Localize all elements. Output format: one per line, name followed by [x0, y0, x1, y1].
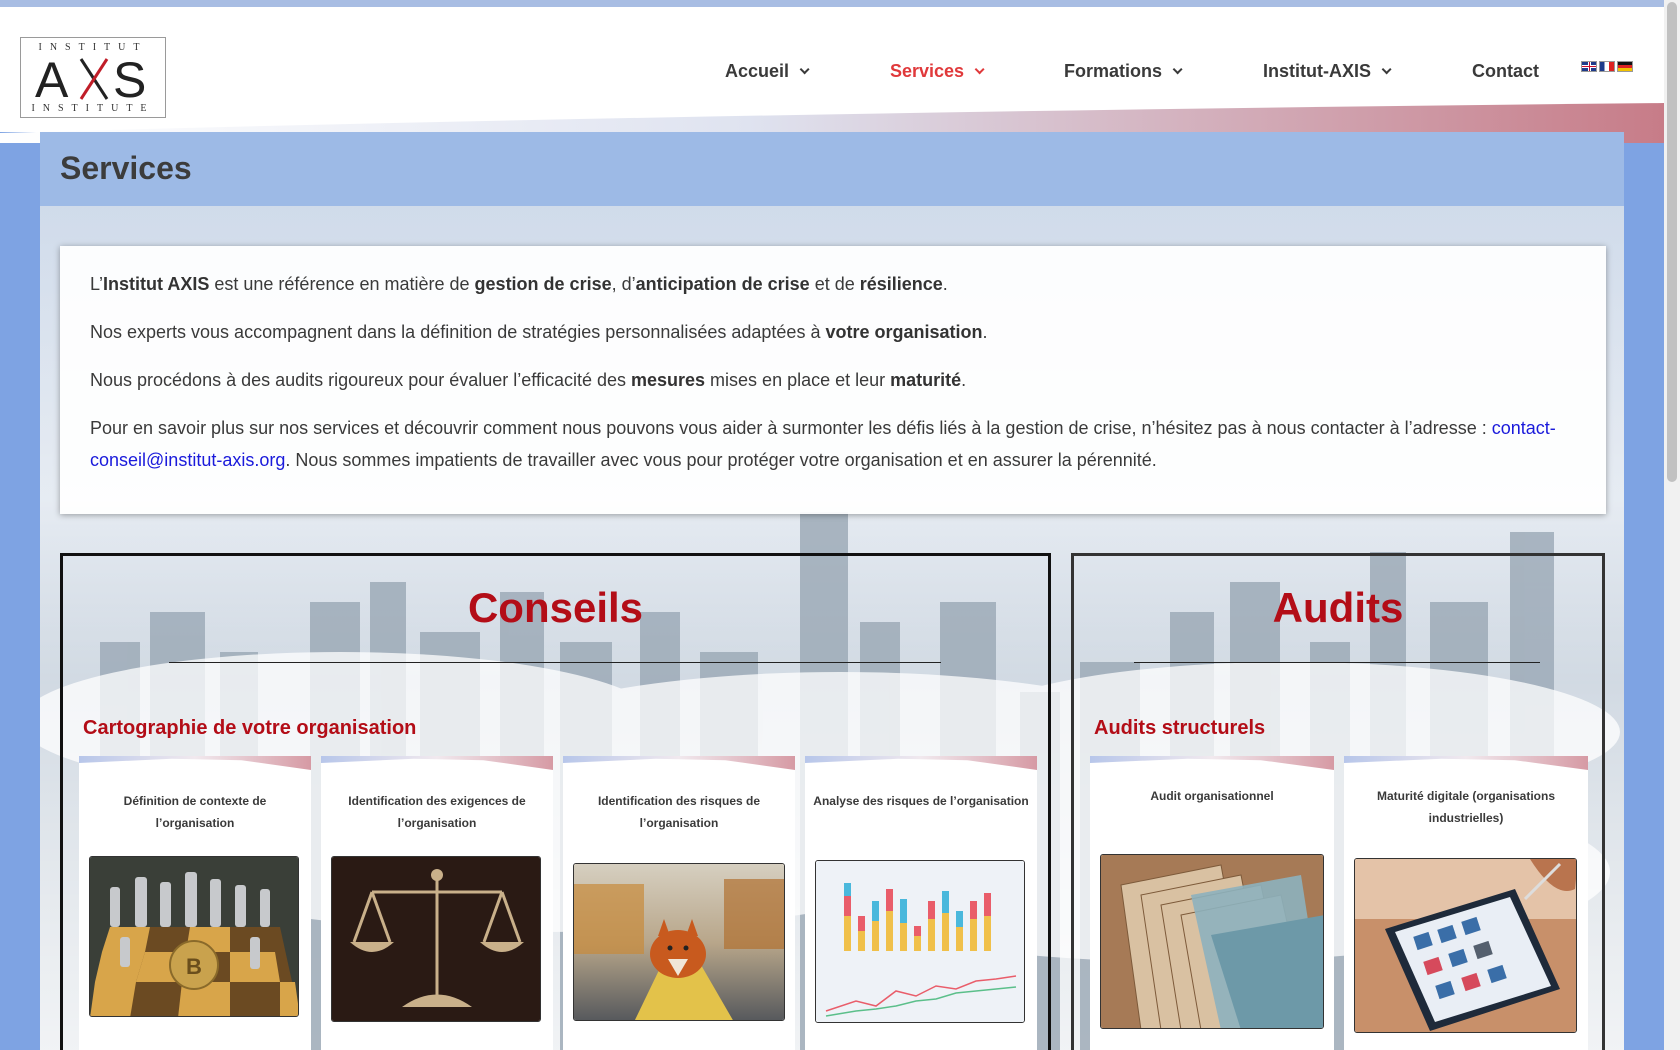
intro-box: L’Institut AXIS est une référence en mat…	[60, 246, 1606, 514]
nav-item-contact[interactable]: Contact	[1472, 61, 1539, 82]
text: .	[982, 322, 988, 342]
fox-road-image	[573, 863, 785, 1021]
card-wave-decoration	[321, 756, 553, 770]
audits-subtitle: Audits structurels	[1094, 717, 1266, 739]
nav-item-formations[interactable]: Formations	[1064, 61, 1183, 82]
conseils-title: Conseils	[467, 584, 644, 631]
page-title: Services	[60, 150, 192, 186]
bold-text: anticipation de crise	[635, 274, 810, 294]
file-folders-image	[1100, 854, 1324, 1029]
text: et de	[809, 274, 860, 294]
card-title: Identification des exigences de l’organi…	[348, 794, 526, 830]
card-wave-decoration	[79, 756, 311, 770]
logo-top-text: INSTITUT	[38, 41, 148, 53]
card-wave-decoration	[1090, 756, 1334, 770]
page-title-bar: Services	[40, 132, 1624, 206]
page-scrollbar[interactable]	[1664, 0, 1680, 1050]
nav-label: Formations	[1064, 61, 1163, 81]
text: Nos experts vous accompagnent dans la dé…	[90, 322, 826, 342]
text: , d’	[611, 274, 636, 294]
scrollbar-thumb[interactable]	[1667, 2, 1677, 482]
bold-text: votre organisation	[825, 322, 983, 342]
bar-line-chart-image	[815, 860, 1025, 1023]
audits-title: Audits	[1272, 584, 1404, 631]
divider	[1134, 662, 1540, 663]
bold-text: gestion de crise	[474, 274, 612, 294]
divider	[169, 662, 941, 663]
chevron-down-icon	[799, 64, 810, 75]
intro-paragraph: L’Institut AXIS est une référence en mat…	[90, 268, 1576, 300]
text: .	[942, 274, 948, 294]
bold-text: Institut AXIS	[103, 274, 210, 294]
svg-text:B: B	[186, 954, 202, 979]
service-card[interactable]: Analyse des risques de l’organisation	[805, 756, 1037, 1050]
main-nav: Accueil Services Formations Institut-AXI…	[0, 61, 1664, 85]
card-wave-decoration	[563, 756, 795, 770]
nav-item-institut-axis[interactable]: Institut-AXIS	[1263, 61, 1392, 82]
chess-bitcoin-image: B	[89, 856, 299, 1017]
chevron-down-icon	[1172, 64, 1183, 75]
nav-label: Services	[890, 61, 965, 81]
card-title: Maturité digitale (organisations industr…	[1376, 789, 1556, 825]
audits-panel: Audits Audits structurels Audit organisa…	[1071, 553, 1605, 1050]
text: L’	[90, 274, 104, 294]
text: Pour en savoir plus sur nos services et …	[90, 418, 1492, 438]
de-flag-icon[interactable]	[1617, 61, 1633, 72]
chevron-down-icon	[1381, 64, 1392, 75]
nav-label: Institut-AXIS	[1263, 61, 1371, 81]
card-title: Analyse des risques de l’organisation	[813, 794, 1029, 808]
text: mises en place et leur	[705, 370, 891, 390]
logo-bottom-text: INSTITUTE	[31, 102, 155, 114]
card-wave-decoration	[1344, 756, 1588, 770]
service-card[interactable]: Maturité digitale (organisations industr…	[1344, 756, 1588, 1050]
bold-text: résilience	[859, 274, 943, 294]
service-card[interactable]: Définition de contexte de l’organisation	[79, 756, 311, 1050]
service-card[interactable]: Identification des risques de l’organisa…	[563, 756, 795, 1050]
intro-paragraph: Nous procédons à des audits rigoureux po…	[90, 364, 1576, 396]
nav-label: Contact	[1472, 61, 1539, 81]
text: . Nous sommes impatients de travailler a…	[285, 450, 1157, 470]
nav-label: Accueil	[725, 61, 790, 81]
fr-flag-icon[interactable]	[1599, 61, 1615, 72]
card-wave-decoration	[805, 756, 1037, 770]
scales-image	[331, 856, 541, 1022]
intro-paragraph: Pour en savoir plus sur nos services et …	[90, 412, 1576, 476]
conseils-panel: Conseils Cartographie de votre organisat…	[60, 553, 1051, 1050]
card-title: Identification des risques de l’organisa…	[597, 794, 761, 830]
tablet-image	[1354, 858, 1577, 1033]
card-title: Définition de contexte de l’organisation	[123, 794, 267, 830]
service-card[interactable]: Audit organisationnel	[1090, 756, 1334, 1050]
language-switcher	[1581, 61, 1633, 72]
nav-item-accueil[interactable]: Accueil	[725, 61, 810, 82]
bold-text: mesures	[630, 370, 706, 390]
conseils-subtitle: Cartographie de votre organisation	[83, 717, 417, 739]
intro-paragraph: Nos experts vous accompagnent dans la dé…	[90, 316, 1576, 348]
card-title: Audit organisationnel	[1150, 789, 1274, 803]
service-card[interactable]: Identification des exigences de l’organi…	[321, 756, 553, 1050]
site-header: INSTITUT A S INSTITUTE Accueil Services …	[0, 0, 1664, 143]
text: est une référence en matière de	[209, 274, 475, 294]
text: .	[961, 370, 967, 390]
uk-flag-icon[interactable]	[1581, 61, 1597, 72]
chevron-down-icon	[974, 64, 985, 75]
bold-text: maturité	[890, 370, 962, 390]
nav-item-services[interactable]: Services	[890, 61, 985, 82]
text: Nous procédons à des audits rigoureux po…	[90, 370, 631, 390]
main-content: Services L’Institut AXIS est une référen…	[40, 132, 1624, 1050]
